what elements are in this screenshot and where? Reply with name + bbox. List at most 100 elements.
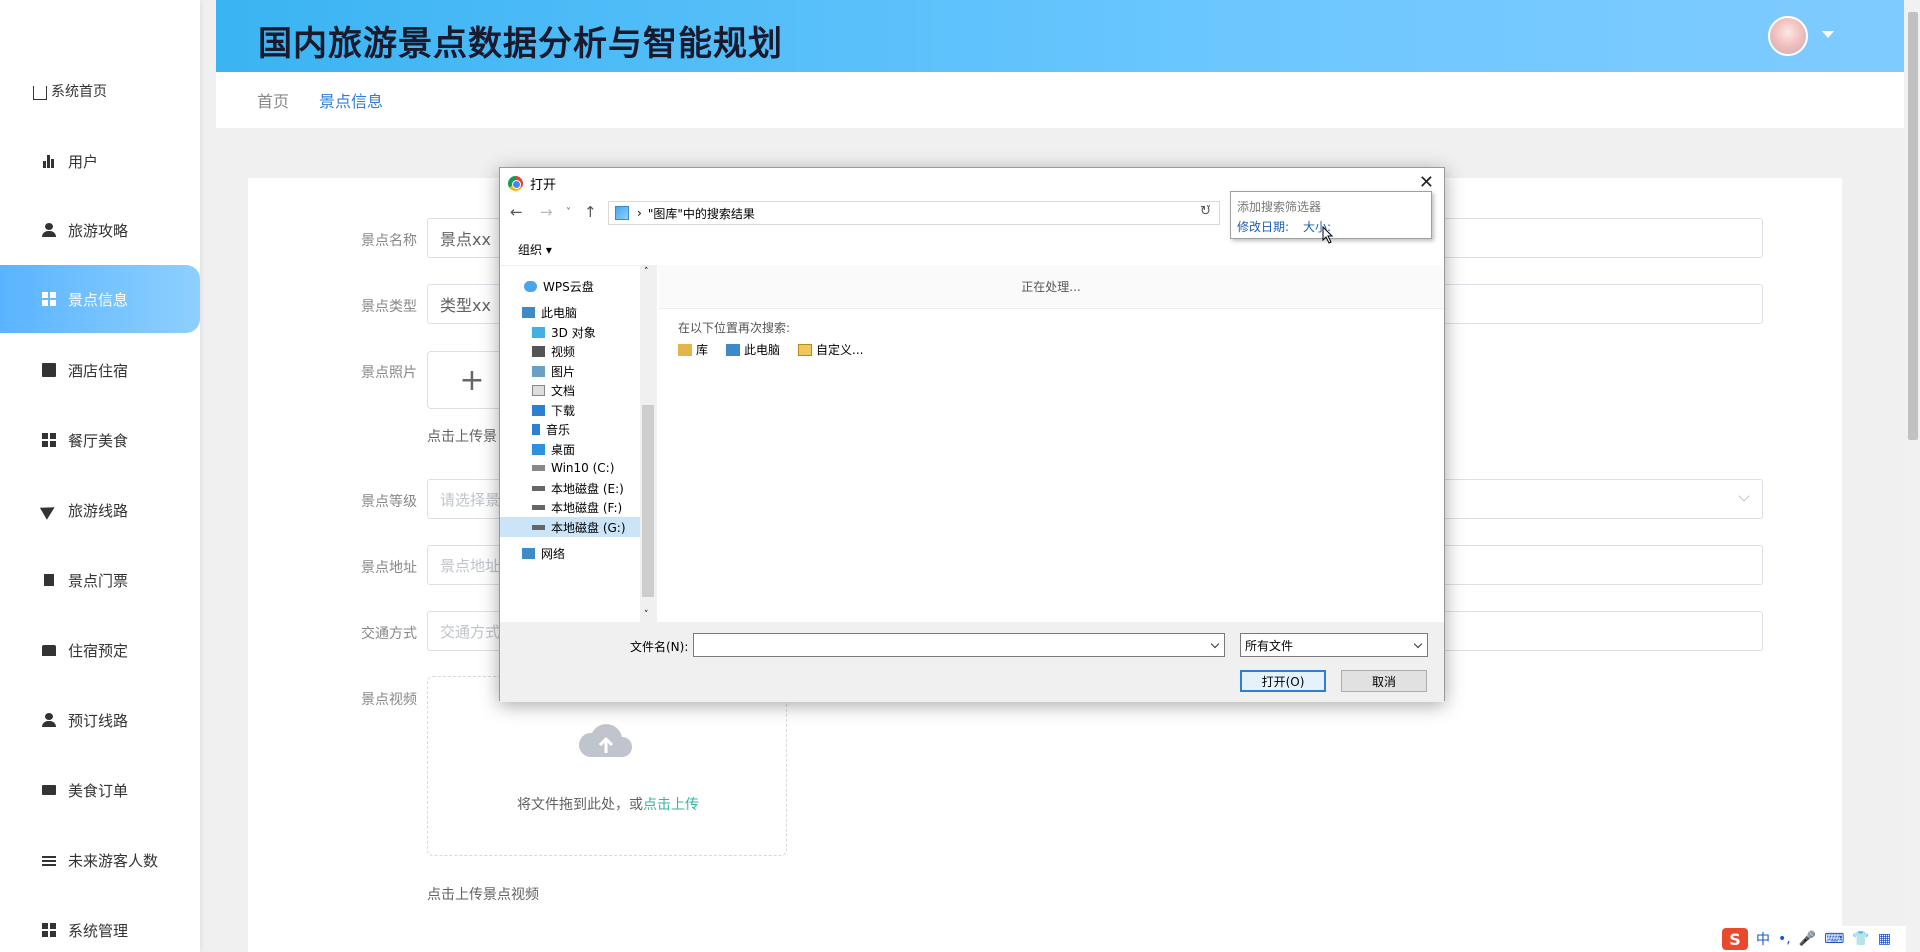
grid-icon: [42, 292, 56, 306]
tree-item-network[interactable]: 网络: [522, 543, 565, 563]
user-icon: [42, 713, 56, 727]
ime-language[interactable]: 中: [1756, 929, 1770, 949]
sidebar-item-label: 未来游客人数: [68, 851, 159, 870]
sidebar-item-routes[interactable]: 旅游线路: [0, 476, 200, 544]
upload-link[interactable]: 点击上传: [643, 797, 699, 813]
toolbox-icon[interactable]: ▦: [1878, 931, 1891, 947]
microphone-icon[interactable]: 🎤: [1799, 931, 1816, 947]
filter-date-modified[interactable]: 修改日期:: [1237, 218, 1289, 235]
hotel-icon: [42, 363, 56, 377]
sidebar-item-system[interactable]: 系统管理: [0, 896, 200, 952]
sidebar-item-booking[interactable]: 住宿预定: [0, 616, 200, 684]
video-icon: [532, 345, 545, 357]
network-icon: [522, 547, 535, 559]
cloud-icon: [524, 280, 537, 292]
keyboard-icon[interactable]: ⌨: [1824, 931, 1844, 947]
skin-icon[interactable]: 👕: [1852, 931, 1869, 947]
drive-icon: [532, 524, 545, 530]
tree-item-drive-c[interactable]: Win10 (C:): [532, 458, 614, 478]
research-label: 在以下位置再次搜索:: [678, 321, 791, 335]
page-scrollbar[interactable]: [1906, 0, 1920, 952]
sidebar-item-label: 景点信息: [68, 290, 129, 309]
sidebar-item-food-orders[interactable]: 美食订单: [0, 756, 200, 824]
grid-icon: [42, 433, 56, 447]
tree-item-videos[interactable]: 视频: [532, 341, 575, 361]
sidebar-item-users[interactable]: 用户: [0, 127, 200, 195]
tree-item-music[interactable]: 音乐: [532, 419, 570, 439]
chevron-down-icon[interactable]: [1210, 639, 1220, 649]
open-button[interactable]: 打开(O): [1240, 670, 1326, 692]
cube-icon: [532, 326, 545, 338]
photo-hint: 点击上传景: [427, 429, 497, 445]
chevron-down-icon: [1738, 490, 1750, 502]
sidebar-item-future-visitors[interactable]: 未来游客人数: [0, 826, 200, 894]
page-title: 国内旅游景点数据分析与智能规划: [258, 24, 783, 64]
tree-item-3d[interactable]: 3D 对象: [532, 322, 596, 342]
filetype-select[interactable]: 所有文件: [1240, 633, 1428, 657]
tree-item-drive-e[interactable]: 本地磁盘 (E:): [532, 478, 624, 498]
name-label: 景点名称: [361, 233, 417, 249]
drive-icon: [532, 465, 545, 471]
organize-menu[interactable]: 组织 ▾: [518, 241, 552, 258]
sidebar-item-hotels[interactable]: 酒店住宿: [0, 336, 200, 404]
list-icon: [42, 856, 56, 866]
ime-toolbar[interactable]: S 中 •, 🎤 ⌨ 👕 ▦: [1716, 926, 1906, 952]
sidebar-item-attractions[interactable]: 景点信息: [0, 265, 200, 333]
bed-icon: [42, 644, 56, 656]
tree-item-downloads[interactable]: 下载: [532, 400, 575, 420]
tree-item-documents[interactable]: 文档: [532, 380, 575, 400]
back-arrow-icon[interactable]: ←: [510, 203, 523, 221]
chevron-down-icon[interactable]: ˅: [644, 610, 649, 620]
up-arrow-icon[interactable]: ↑: [584, 203, 597, 221]
level-placeholder: 请选择景: [440, 490, 501, 509]
chrome-icon: [508, 176, 523, 191]
folder-icon: [798, 343, 812, 356]
address-bar[interactable]: › "图库"中的搜索结果 ˅: [608, 201, 1220, 225]
refresh-icon[interactable]: ↻: [1200, 204, 1211, 219]
sidebar-home[interactable]: 系统首页: [33, 80, 107, 102]
sidebar-item-tickets[interactable]: 景点门票: [0, 546, 200, 614]
send-icon: [39, 500, 59, 520]
tree-item-wps[interactable]: WPS云盘: [524, 276, 594, 296]
search-location-library[interactable]: 库: [678, 341, 708, 358]
bar-chart-icon: [42, 154, 56, 168]
close-icon[interactable]: ✕: [1419, 172, 1434, 193]
tree-item-drive-f[interactable]: 本地磁盘 (F:): [532, 497, 622, 517]
tree-scrollbar[interactable]: ˄ ˅: [640, 265, 657, 622]
search-location-this-pc[interactable]: 此电脑: [726, 341, 780, 358]
breadcrumb-home[interactable]: 首页: [257, 88, 289, 112]
sidebar-item-label: 酒店住宿: [68, 361, 129, 380]
search-location-custom[interactable]: 自定义...: [798, 341, 863, 358]
sidebar-item-guides[interactable]: 旅游攻略: [0, 196, 200, 264]
sidebar-home-label: 系统首页: [51, 84, 107, 100]
forward-arrow-icon[interactable]: →: [540, 203, 553, 221]
tree-item-desktop[interactable]: 桌面: [532, 439, 575, 459]
sidebar-item-restaurants[interactable]: 餐厅美食: [0, 406, 200, 474]
ticket-icon: [44, 574, 54, 586]
punctuation-icon[interactable]: •,: [1778, 931, 1791, 947]
video-dropzone[interactable]: 将文件拖到此处，或点击上传: [427, 676, 787, 856]
tree-scroll-thumb[interactable]: [642, 405, 654, 597]
tree-item-this-pc[interactable]: 此电脑: [522, 302, 577, 322]
file-open-dialog: 打开 ✕ ← → ˅ ↑ › "图库"中的搜索结果 ˅ ↻ 风景 ✕ 组织 ▾ …: [499, 167, 1445, 702]
scrollbar-thumb[interactable]: [1908, 12, 1918, 440]
chevron-down-icon: [1413, 639, 1423, 649]
chevron-down-icon[interactable]: [1822, 31, 1834, 38]
sidebar-item-label: 旅游线路: [68, 501, 129, 520]
recent-locations-icon[interactable]: ˅: [566, 207, 571, 218]
chevron-up-icon[interactable]: ˄: [644, 267, 649, 277]
sidebar-item-label: 用户: [68, 152, 99, 171]
dialog-footer: 文件名(N): 所有文件 打开(O) 取消: [500, 622, 1444, 702]
picture-icon: [532, 365, 545, 377]
avatar[interactable]: [1768, 16, 1808, 56]
download-icon: [532, 404, 545, 416]
video-label: 景点视频: [361, 692, 417, 708]
sidebar-item-route-orders[interactable]: 预订线路: [0, 686, 200, 754]
cancel-button[interactable]: 取消: [1341, 670, 1427, 692]
mouse-cursor-icon: [1322, 226, 1334, 244]
processing-status: 正在处理...: [658, 265, 1444, 309]
tree-item-pictures[interactable]: 图片: [532, 361, 575, 381]
filename-input[interactable]: [693, 633, 1225, 657]
tree-item-drive-g[interactable]: 本地磁盘 (G:): [500, 517, 640, 537]
user-icon: [42, 223, 56, 237]
